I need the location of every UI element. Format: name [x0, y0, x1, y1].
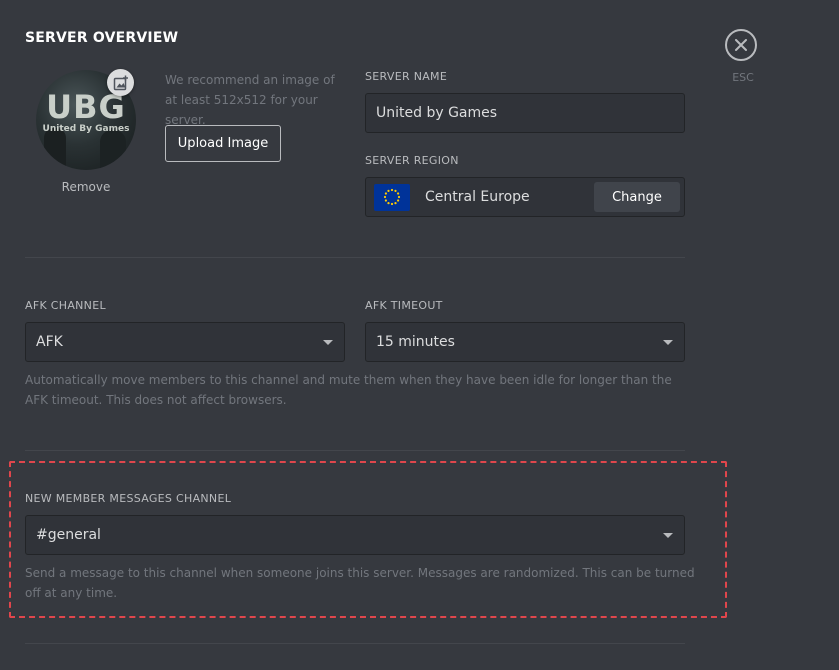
upload-image-button[interactable]: Upload Image: [165, 125, 281, 162]
chevron-down-icon: [663, 340, 673, 345]
section-divider: [25, 450, 685, 451]
server-name-value: United by Games: [376, 105, 498, 121]
avatar-logo-subtext: United By Games: [42, 124, 130, 134]
afk-timeout-select[interactable]: 15 minutes: [365, 322, 685, 362]
eu-flag-icon: [374, 183, 410, 211]
section-divider: [25, 643, 685, 644]
new-member-channel-select[interactable]: #general: [25, 515, 685, 555]
afk-description: Automatically move members to this chann…: [25, 373, 672, 407]
chevron-down-icon: [323, 340, 333, 345]
afk-channel-label: AFK CHANNEL: [25, 299, 106, 312]
esc-label: ESC: [732, 71, 754, 84]
server-name-input[interactable]: United by Games: [365, 93, 685, 133]
close-icon: [735, 39, 747, 51]
new-member-description: Send a message to this channel when some…: [25, 566, 695, 600]
chevron-down-icon: [663, 533, 673, 538]
afk-channel-select[interactable]: AFK: [25, 322, 345, 362]
afk-timeout-label: AFK TIMEOUT: [365, 299, 443, 312]
upload-hint: We recommend an image of at least 512x51…: [165, 73, 335, 127]
afk-channel-value: AFK: [36, 334, 63, 350]
add-image-icon[interactable]: [107, 69, 134, 96]
new-member-channel-label: NEW MEMBER MESSAGES CHANNEL: [25, 492, 232, 505]
new-member-channel-value: #general: [36, 527, 101, 543]
afk-timeout-value: 15 minutes: [376, 334, 455, 350]
server-region-label: SERVER REGION: [365, 154, 459, 167]
avatar-figure: [44, 128, 66, 168]
remove-avatar-link[interactable]: Remove: [36, 180, 136, 194]
server-region-value: Central Europe: [425, 189, 530, 205]
avatar-figure: [100, 130, 126, 170]
server-region-field: Central Europe Change: [365, 177, 685, 217]
close-button[interactable]: [725, 29, 757, 61]
change-region-button[interactable]: Change: [594, 182, 680, 212]
server-name-label: SERVER NAME: [365, 70, 448, 83]
page-title: SERVER OVERVIEW: [25, 30, 179, 46]
section-divider: [25, 257, 685, 258]
